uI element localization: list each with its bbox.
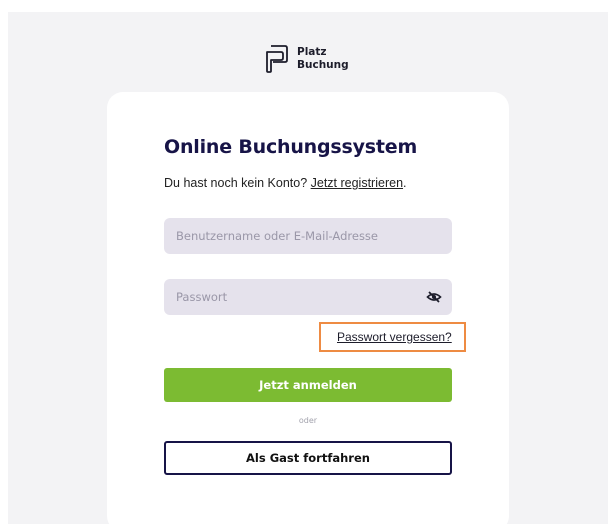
logo-text-line-2: Buchung <box>297 59 349 71</box>
guest-button[interactable]: Als Gast fortfahren <box>164 441 452 475</box>
register-link[interactable]: Jetzt registrieren <box>311 176 403 190</box>
no-account-text: Du hast noch kein Konto? Jetzt registrie… <box>164 176 407 190</box>
username-placeholder: Benutzername oder E-Mail-Adresse <box>176 229 378 243</box>
separator-text: oder <box>298 416 318 425</box>
logo-text-line-1: Platz <box>297 46 327 58</box>
platz-buchung-logo-icon <box>266 45 288 73</box>
login-button[interactable]: Jetzt anmelden <box>164 368 452 402</box>
eye-slash-icon[interactable] <box>426 289 442 305</box>
password-placeholder: Passwort <box>176 290 228 304</box>
no-account-label: Du hast noch kein Konto? <box>164 176 311 190</box>
platz-buchung-logo: Platz Buchung <box>263 42 349 76</box>
register-suffix: . <box>403 176 407 190</box>
forgot-password-link[interactable]: Passwort vergessen? <box>337 330 452 344</box>
password-input[interactable]: Passwort <box>164 279 452 315</box>
username-input[interactable]: Benutzername oder E-Mail-Adresse <box>164 218 452 254</box>
page-title: Online Buchungssystem <box>164 136 418 158</box>
